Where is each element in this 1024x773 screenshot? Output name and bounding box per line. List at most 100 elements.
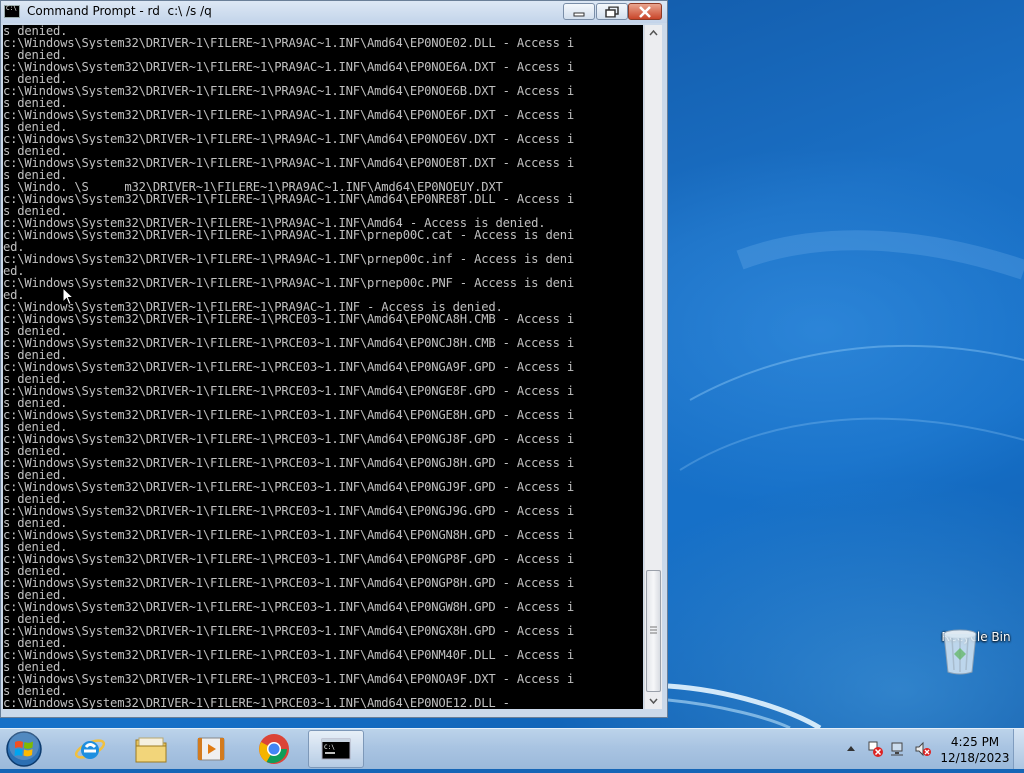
scroll-down-button[interactable] xyxy=(645,693,662,709)
desktop-icon-recycle-bin[interactable]: Recycle Bin xyxy=(940,628,1012,675)
console-line: c:\Windows\System32\DRIVER~1\FILERE~1\PR… xyxy=(3,61,574,73)
console-line: c:\Windows\System32\DRIVER~1\FILERE~1\PR… xyxy=(3,313,574,325)
console-line: s denied. xyxy=(3,445,68,457)
console-line: s denied. xyxy=(3,97,68,109)
close-button[interactable] xyxy=(628,3,662,20)
console-line: s denied. xyxy=(3,565,68,577)
console-line: c:\Windows\System32\DRIVER~1\FILERE~1\PR… xyxy=(3,457,574,469)
system-tray: 4:25 PM 12/18/2023 xyxy=(842,729,1024,769)
svg-text:C:\: C:\ xyxy=(324,744,335,751)
console-line: c:\Windows\System32\DRIVER~1\FILERE~1\PR… xyxy=(3,337,574,349)
console-line: c:\Windows\System32\DRIVER~1\FILERE~1\PR… xyxy=(3,697,510,709)
console-line: c:\Windows\System32\DRIVER~1\FILERE~1\PR… xyxy=(3,649,574,661)
console-line: c:\Windows\System32\DRIVER~1\FILERE~1\PR… xyxy=(3,361,574,373)
console-line: ed. xyxy=(3,289,25,301)
show-hidden-icons-icon[interactable] xyxy=(846,744,856,752)
ie-icon xyxy=(74,739,106,759)
console-line: c:\Windows\System32\DRIVER~1\FILERE~1\PR… xyxy=(3,157,574,169)
console-line: c:\Windows\System32\DRIVER~1\FILERE~1\PR… xyxy=(3,577,574,589)
console-line: c:\Windows\System32\DRIVER~1\FILERE~1\PR… xyxy=(3,409,574,421)
taskbar: C:\ 4:25 PM 12/18/2023 xyxy=(0,728,1024,769)
console-line: c:\Windows\System32\DRIVER~1\FILERE~1\PR… xyxy=(3,229,574,241)
taskbar-chrome[interactable] xyxy=(246,730,302,768)
chevron-down-icon xyxy=(649,698,658,705)
title-bar[interactable]: C:\ Command Prompt - rd c:\ /s /q xyxy=(1,1,667,23)
taskbar-explorer[interactable] xyxy=(123,730,179,768)
volume-icon[interactable] xyxy=(914,741,932,757)
minimize-button[interactable] xyxy=(563,3,595,20)
console-line: s denied. xyxy=(3,469,68,481)
chrome-icon xyxy=(259,734,289,764)
console-line: s \Windo. \S m32\DRIVER~1\FILERE~1\PRA9A… xyxy=(3,181,503,193)
console-line: c:\Windows\System32\DRIVER~1\FILERE~1\PR… xyxy=(3,277,574,289)
window-bottom-border xyxy=(3,709,661,717)
console-output[interactable]: s denied. c:\Windows\System32\DRIVER~1\FI… xyxy=(3,25,643,709)
console-line: c:\Windows\System32\DRIVER~1\FILERE~1\PR… xyxy=(3,37,574,49)
maximize-icon xyxy=(605,6,619,17)
console-line: ed. xyxy=(3,241,25,253)
close-icon xyxy=(639,5,651,18)
console-line: s denied. xyxy=(3,205,68,217)
vertical-scrollbar[interactable] xyxy=(644,25,662,709)
console-line: c:\Windows\System32\DRIVER~1\FILERE~1\PR… xyxy=(3,193,574,205)
console-line: s denied. xyxy=(3,373,68,385)
start-button[interactable] xyxy=(4,729,50,769)
console-line: s denied. xyxy=(3,145,68,157)
taskbar-media-player[interactable] xyxy=(183,730,239,768)
taskbar-ie[interactable] xyxy=(62,730,118,768)
window-title: Command Prompt - rd c:\ /s /q xyxy=(27,4,212,18)
recycle-bin-icon xyxy=(943,629,977,675)
console-line: s denied. xyxy=(3,661,68,673)
console-line: c:\Windows\System32\DRIVER~1\FILERE~1\PR… xyxy=(3,85,574,97)
media-player-icon xyxy=(197,737,225,761)
show-desktop-button[interactable] xyxy=(1013,729,1024,769)
console-line: c:\Windows\System32\DRIVER~1\FILERE~1\PR… xyxy=(3,301,503,313)
scrollbar-thumb[interactable] xyxy=(646,570,661,692)
clock-date: 12/18/2023 xyxy=(940,751,1010,765)
console-line: s denied. xyxy=(3,397,68,409)
console-line: s denied. xyxy=(3,493,68,505)
console-line: c:\Windows\System32\DRIVER~1\FILERE~1\PR… xyxy=(3,109,574,121)
console-line: s denied. xyxy=(3,169,68,181)
console-line: s denied. xyxy=(3,49,68,61)
console-line: c:\Windows\System32\DRIVER~1\FILERE~1\PR… xyxy=(3,433,574,445)
console-line: c:\Windows\System32\DRIVER~1\FILERE~1\PR… xyxy=(3,481,574,493)
console-line: s denied. xyxy=(3,325,68,337)
clock-time: 4:25 PM xyxy=(950,735,1000,749)
folder-icon xyxy=(135,737,167,763)
console-line: c:\Windows\System32\DRIVER~1\FILERE~1\PR… xyxy=(3,253,574,265)
console-line: c:\Windows\System32\DRIVER~1\FILERE~1\PR… xyxy=(3,529,574,541)
console-line: c:\Windows\System32\DRIVER~1\FILERE~1\PR… xyxy=(3,601,574,613)
console-line: s denied. xyxy=(3,541,68,553)
console-line: ed. xyxy=(3,265,25,277)
console-line: c:\Windows\System32\DRIVER~1\FILERE~1\PR… xyxy=(3,553,574,565)
clock[interactable]: 4:25 PM 12/18/2023 xyxy=(940,734,1010,766)
console-line: c:\Windows\System32\DRIVER~1\FILERE~1\PR… xyxy=(3,385,574,397)
console-line: s denied. xyxy=(3,25,68,37)
console-line: s denied. xyxy=(3,589,68,601)
console-line: s denied. xyxy=(3,121,68,133)
console-line: c:\Windows\System32\DRIVER~1\FILERE~1\PR… xyxy=(3,625,574,637)
console-line: s denied. xyxy=(3,637,68,649)
minimize-icon xyxy=(573,12,585,16)
chevron-up-icon xyxy=(649,29,658,36)
console-line: c:\Windows\System32\DRIVER~1\FILERE~1\PR… xyxy=(3,217,546,229)
maximize-button[interactable] xyxy=(596,3,628,20)
console-line: s denied. xyxy=(3,421,68,433)
command-prompt-window[interactable]: C:\ Command Prompt - rd c:\ /s /q s deni… xyxy=(0,0,668,718)
console-line: c:\Windows\System32\DRIVER~1\FILERE~1\PR… xyxy=(3,673,574,685)
network-icon[interactable] xyxy=(890,741,908,757)
console-line: s denied. xyxy=(3,73,68,85)
console-line: s denied. xyxy=(3,349,68,361)
taskbar-command-prompt[interactable]: C:\ xyxy=(308,730,364,768)
action-center-icon[interactable] xyxy=(866,741,884,757)
grip-icon xyxy=(650,626,657,634)
cmd-icon: C:\ xyxy=(321,738,351,760)
console-line: s denied. xyxy=(3,685,68,697)
cmd-icon: C:\ xyxy=(4,5,20,18)
mouse-pointer-icon xyxy=(62,287,74,306)
console-line: s denied. xyxy=(3,613,68,625)
console-line: c:\Windows\System32\DRIVER~1\FILERE~1\PR… xyxy=(3,505,574,517)
console-line: c:\Windows\System32\DRIVER~1\FILERE~1\PR… xyxy=(3,133,574,145)
scroll-up-button[interactable] xyxy=(645,25,662,41)
